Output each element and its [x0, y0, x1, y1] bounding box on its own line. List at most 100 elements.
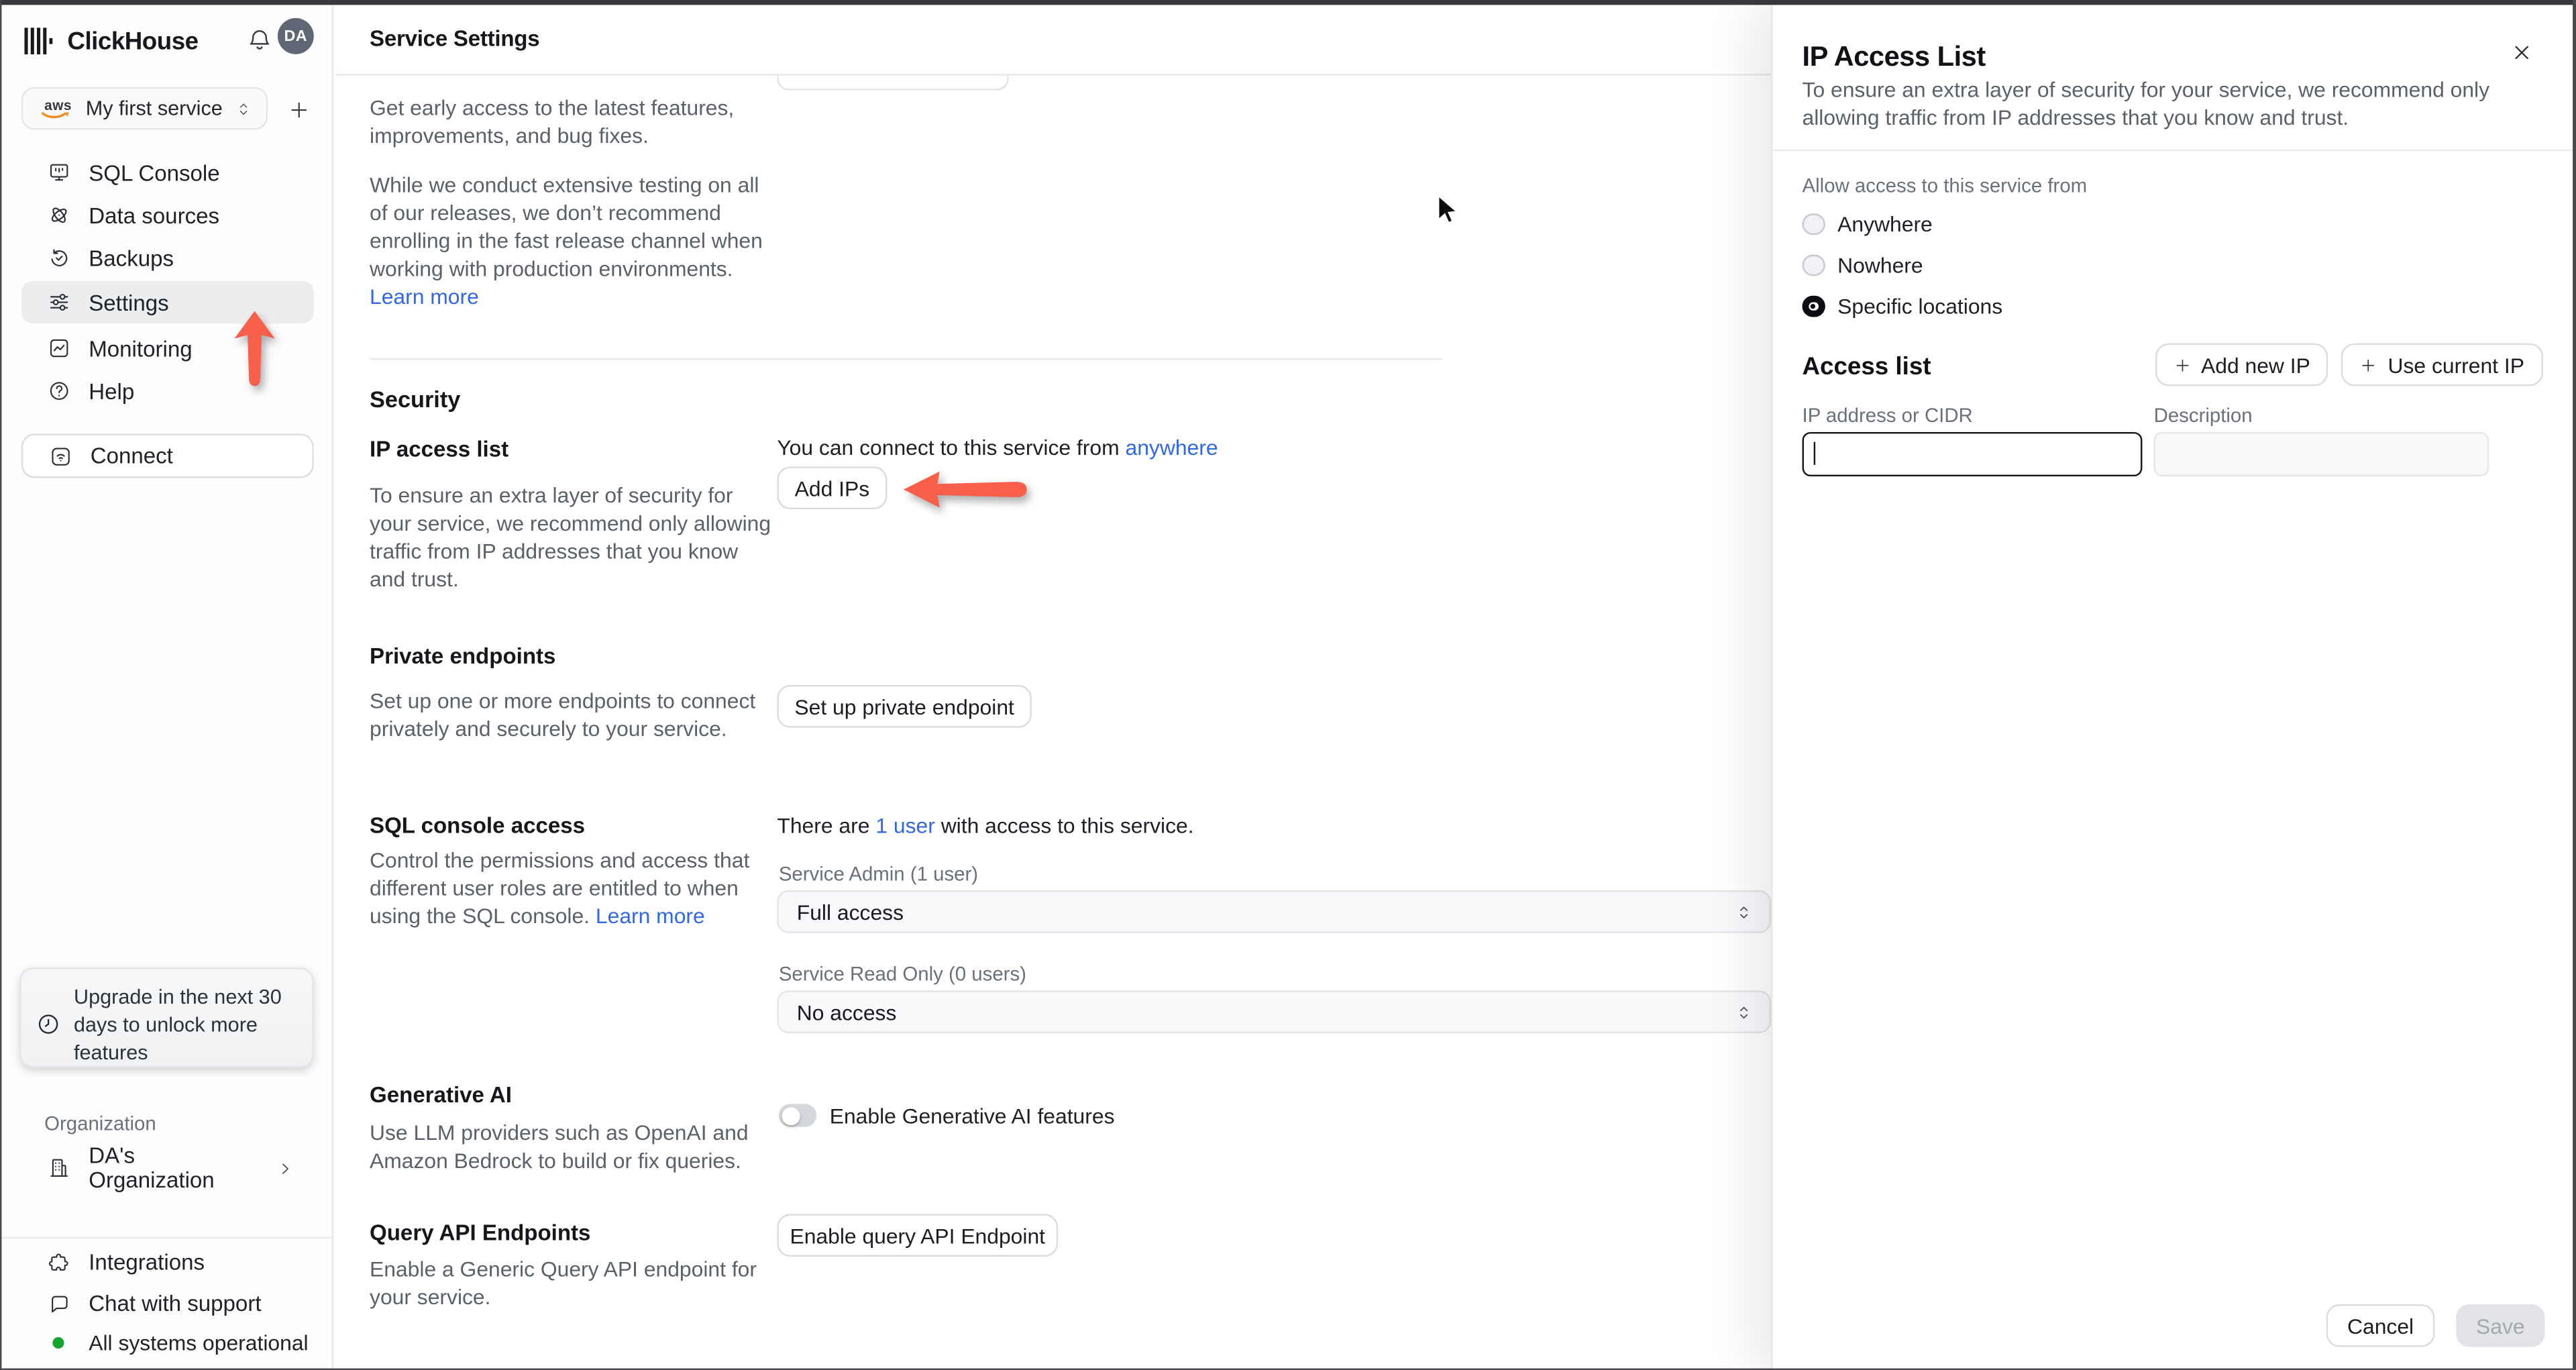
plus-icon — [2360, 356, 2378, 374]
use-current-ip-button[interactable]: Use current IP — [2341, 343, 2544, 386]
query-api-description: Enable a Generic Query API endpoint for … — [370, 1257, 757, 1310]
panel-divider — [1772, 149, 2576, 152]
ip-access-list-panel: IP Access List To ensure an extra layer … — [1771, 5, 2576, 1370]
sql-console-learn-more-link[interactable]: Learn more — [596, 904, 705, 929]
query-api-endpoints-title: Query API Endpoints — [370, 1220, 591, 1245]
connect-button[interactable]: Connect — [21, 433, 314, 478]
access-list-title: Access list — [1802, 353, 1931, 382]
connect-from-text: You can connect to this service from any… — [777, 435, 1218, 460]
service-read-only-label: Service Read Only (0 users) — [778, 962, 1026, 986]
organization-section-label: Organization — [44, 1112, 156, 1135]
chevron-updown-icon — [1735, 1003, 1753, 1021]
description-input[interactable] — [2153, 431, 2489, 477]
integrations-puzzle-icon — [48, 1251, 70, 1273]
save-button[interactable]: Save — [2456, 1304, 2545, 1347]
radio-icon — [1802, 254, 1825, 276]
release-channel-select-partial[interactable] — [777, 75, 1009, 91]
window-edge — [2573, 0, 2576, 1370]
cancel-button[interactable]: Cancel — [2326, 1304, 2435, 1347]
sidebar-item-data-sources[interactable]: Data sources — [21, 194, 314, 237]
upgrade-notice-text: Upgrade in the next 30 days to unlock mo… — [73, 986, 282, 1065]
plus-icon — [2173, 356, 2191, 374]
organization-name: DA's Organization — [89, 1143, 215, 1193]
sql-console-access-description: Control the permissions and access that … — [370, 847, 750, 929]
private-endpoints-description: Set up one or more endpoints to connect … — [370, 688, 756, 741]
add-ips-button[interactable]: Add IPs — [777, 466, 888, 510]
ip-address-input[interactable] — [1802, 431, 2143, 477]
generative-ai-toggle-label: Enable Generative AI features — [829, 1104, 1115, 1129]
clickhouse-logo-icon — [24, 28, 53, 55]
annotation-arrow-left — [903, 471, 1027, 508]
service-read-only-select[interactable]: No access — [777, 990, 1772, 1034]
setup-private-endpoint-button[interactable]: Set up private endpoint — [777, 684, 1032, 728]
organization-building-icon — [48, 1157, 70, 1179]
chat-bubble-icon — [48, 1292, 70, 1315]
ip-access-list-description: To ensure an extra layer of security for… — [370, 482, 771, 592]
ip-access-list-title: IP access list — [370, 437, 509, 462]
radio-icon — [1802, 213, 1825, 235]
brand: ClickHouse — [23, 21, 199, 61]
radio-option-anywhere[interactable]: Anywhere — [1802, 212, 1933, 237]
service-admin-label: Service Admin (1 user) — [778, 862, 979, 886]
monitoring-icon — [48, 337, 70, 360]
sidebar-item-backups[interactable]: Backups — [21, 237, 314, 280]
generative-ai-description: Use LLM providers such as OpenAI and Ama… — [370, 1120, 749, 1173]
generative-ai-title: Generative AI — [370, 1082, 512, 1108]
sidebar-item-sql-console[interactable]: SQL Console — [21, 151, 314, 194]
sidebar-item-integrations[interactable]: Integrations — [21, 1242, 314, 1283]
backups-icon — [48, 246, 70, 269]
window-edge — [0, 0, 2, 1370]
plus-icon — [288, 99, 311, 121]
panel-title: IP Access List — [1802, 41, 1986, 72]
data-sources-icon — [48, 204, 70, 227]
notifications-bell-icon[interactable] — [246, 26, 272, 54]
sidebar-item-chat-support[interactable]: Chat with support — [21, 1283, 314, 1324]
radio-option-nowhere[interactable]: Nowhere — [1802, 253, 1923, 278]
description-column-label: Description — [2153, 404, 2253, 427]
sql-console-icon — [48, 161, 70, 184]
sql-console-access-title: SQL console access — [370, 812, 586, 838]
annotation-arrow-up — [234, 311, 275, 386]
user-count-link[interactable]: 1 user — [875, 813, 935, 838]
settings-icon — [48, 291, 70, 313]
mouse-cursor — [1437, 193, 1460, 225]
section-divider — [370, 358, 1443, 360]
private-endpoints-title: Private endpoints — [370, 643, 556, 669]
close-icon[interactable] — [2510, 41, 2536, 67]
status-green-dot-icon — [52, 1337, 64, 1349]
enable-query-api-button[interactable]: Enable query API Endpoint — [777, 1214, 1059, 1257]
toggle-knob — [781, 1106, 800, 1124]
sidebar-divider — [0, 1236, 332, 1239]
chevron-updown-icon — [235, 99, 253, 117]
panel-description: To ensure an extra layer of security for… — [1802, 77, 2490, 129]
ip-column-label: IP address or CIDR — [1802, 404, 1973, 427]
brand-name: ClickHouse — [67, 27, 199, 56]
clock-icon — [36, 1012, 61, 1037]
sidebar: ClickHouse DA aws My first service SQL C… — [0, 5, 334, 1370]
service-selector[interactable]: aws My first service — [21, 87, 268, 130]
text-caret — [1813, 441, 1816, 465]
add-service-button[interactable] — [284, 95, 314, 125]
fast-release-paragraph-2: While we conduct extensive testing on al… — [370, 172, 763, 309]
chevron-right-icon — [276, 1159, 294, 1177]
upgrade-notice[interactable]: Upgrade in the next 30 days to unlock mo… — [19, 967, 314, 1068]
radio-option-specific-locations[interactable]: Specific locations — [1802, 294, 2002, 319]
aws-icon: aws — [41, 97, 72, 119]
generative-ai-toggle[interactable] — [778, 1104, 817, 1127]
fast-release-learn-more-link[interactable]: Learn more — [370, 284, 479, 309]
chevron-updown-icon — [1735, 902, 1753, 920]
add-new-ip-button[interactable]: Add new IP — [2155, 343, 2328, 386]
app-window: ClickHouse DA aws My first service SQL C… — [0, 0, 2576, 1370]
status-label: All systems operational — [89, 1330, 309, 1355]
anywhere-link[interactable]: anywhere — [1126, 435, 1218, 460]
allow-access-label: Allow access to this service from — [1802, 174, 2088, 197]
connect-wifi-icon — [49, 444, 72, 467]
page-title: Service Settings — [370, 26, 540, 51]
window-edge — [0, 0, 2576, 5]
help-icon — [48, 380, 70, 403]
service-admin-select[interactable]: Full access — [777, 890, 1772, 933]
avatar[interactable]: DA — [277, 17, 314, 54]
system-status[interactable]: All systems operational — [21, 1322, 314, 1363]
sql-console-users-text: There are 1 user with access to this ser… — [777, 812, 1194, 838]
organization-switcher[interactable]: DA's Organization — [21, 1143, 314, 1193]
